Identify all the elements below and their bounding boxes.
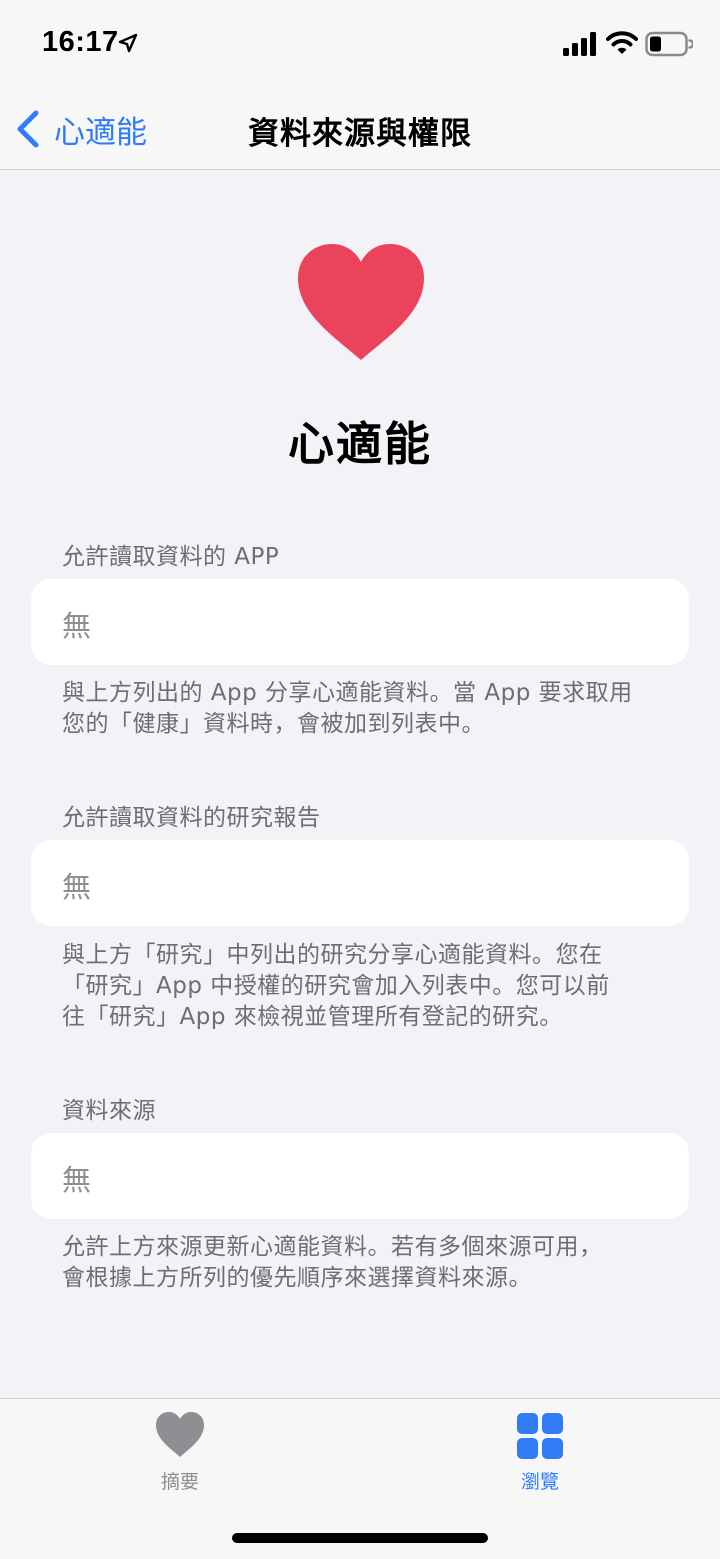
cellular-signal-icon: [563, 32, 596, 56]
apps-list-value: 無: [62, 609, 92, 643]
tab-browse-label: 瀏覽: [520, 1471, 559, 1493]
tab-summary-label: 摘要: [160, 1471, 199, 1493]
studies-list-card: 無: [31, 840, 689, 926]
section-header-data-sources: 資料來源: [62, 1098, 156, 1124]
status-bar: 16:17: [0, 0, 720, 88]
location-arrow-icon: [118, 33, 138, 53]
studies-footnote: 與上方「研究」中列出的研究分享心適能資料。您在 「研究」App 中授權的研究會加…: [62, 942, 610, 1030]
home-indicator: [232, 1533, 488, 1543]
page-title: 心適能: [288, 417, 432, 471]
studies-list-value: 無: [62, 870, 92, 904]
heart-icon: [156, 1412, 204, 1457]
data-sources-list-card: 無: [31, 1133, 689, 1219]
tab-browse[interactable]: 瀏覽: [480, 1411, 600, 1501]
wifi-icon: [606, 31, 638, 54]
apps-list-card: 無: [31, 579, 689, 665]
section-header-studies: 允許讀取資料的研究報告: [62, 805, 321, 831]
tab-summary[interactable]: 摘要: [120, 1411, 240, 1501]
screen: 16:17 心適能 資料來源與權限 心適能 允許讀取資料的 APP 無 與上方列…: [0, 0, 720, 1559]
apps-footnote: 與上方列出的 App 分享心適能資料。當 App 要求取用 您的「健康」資料時，…: [62, 680, 633, 737]
status-time: 16:17: [42, 26, 119, 58]
data-sources-footnote: 允許上方來源更新心適能資料。若有多個來源可用， 會根據上方所列的優先順序來選擇資…: [62, 1234, 603, 1291]
battery-icon: [645, 31, 693, 57]
navigation-bar: 心適能 資料來源與權限: [0, 88, 720, 170]
grid-icon: [517, 1413, 563, 1459]
section-header-apps: 允許讀取資料的 APP: [62, 544, 280, 570]
data-sources-list-value: 無: [62, 1163, 92, 1197]
nav-title: 資料來源與權限: [248, 116, 472, 152]
heart-icon: [298, 244, 424, 360]
